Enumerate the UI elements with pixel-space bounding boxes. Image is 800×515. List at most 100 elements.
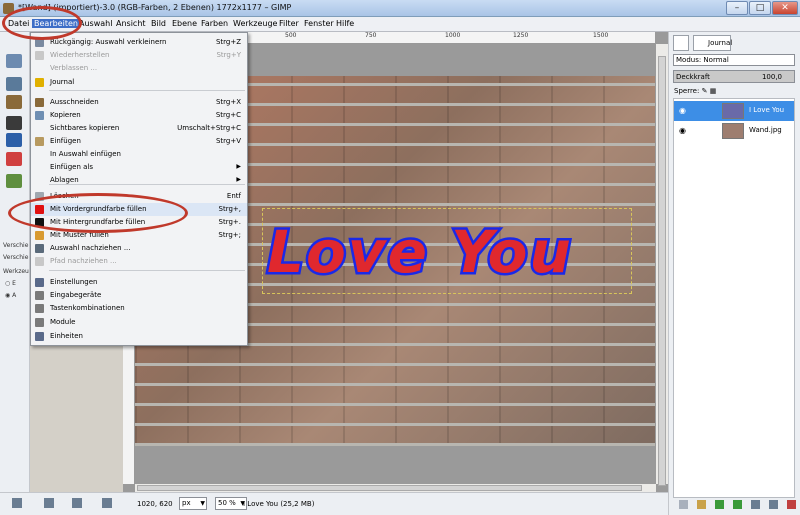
menu-item-label: Verblassen ...	[50, 64, 98, 72]
scrollbar-thumb[interactable]	[658, 56, 666, 486]
menu-hilfe[interactable]: Hilfe	[336, 19, 354, 28]
menu-item-tastenkombinationen[interactable]: Tastenkombinationen	[31, 302, 247, 315]
lower-layer-icon[interactable]	[733, 500, 742, 509]
menu-item-einheiten[interactable]: Einheiten	[31, 330, 247, 343]
edit-menu: Rückgängig: Auswahl verkleinern Strg+Z Wie…	[30, 32, 248, 346]
menu-separator	[49, 270, 245, 271]
menu-item-einfügen-als[interactable]: Einfügen als ▶	[31, 161, 247, 174]
vertical-scrollbar[interactable]	[656, 44, 668, 486]
rect-select-tool-icon[interactable]	[6, 54, 22, 68]
menu-item-label: Einfügen	[50, 137, 81, 145]
menu-ansicht[interactable]: Ansicht	[116, 19, 146, 28]
layer-thumbnail	[722, 103, 744, 119]
menu-item-in-auswahl-einfügen[interactable]: In Auswahl einfügen	[31, 148, 247, 161]
menu-item-eingabegeräte[interactable]: Eingabegeräte	[31, 289, 247, 302]
lock-label: Sperre:	[674, 87, 700, 95]
tool-options-title: Verschie	[3, 242, 29, 249]
scrollbar-thumb[interactable]	[137, 485, 642, 491]
eye-icon[interactable]: ◉	[679, 106, 686, 115]
menu-item-rückgängig-auswahl-verkleinern[interactable]: Rückgängig: Auswahl verkleinern Strg+Z	[31, 36, 247, 49]
new-layer-icon[interactable]	[679, 500, 688, 509]
menu-filter[interactable]: Filter	[279, 19, 299, 28]
menu-item-ablagen[interactable]: Ablagen ▶	[31, 174, 247, 187]
menu-item-label: Module	[50, 318, 76, 326]
menu-item-shortcut: Strg+.	[218, 218, 241, 226]
lock-row: Sperre: ✎ ▦	[674, 87, 716, 95]
menu-fenster[interactable]: Fenster	[304, 19, 334, 28]
menu-item-einfügen[interactable]: Einfügen Strg+V	[31, 135, 247, 148]
menu-farben[interactable]: Farben	[201, 19, 228, 28]
raise-layer-icon[interactable]	[715, 500, 724, 509]
new-group-icon[interactable]	[697, 500, 706, 509]
brush-tool-icon[interactable]	[6, 133, 22, 147]
delete-layer-icon[interactable]	[787, 500, 796, 509]
anchor-layer-icon[interactable]	[769, 500, 778, 509]
journal-icon	[35, 78, 44, 87]
ruler-tick: 750	[365, 32, 377, 39]
close-button[interactable]: ✕	[772, 1, 798, 15]
tab-journal[interactable]: Journal	[693, 35, 732, 51]
radio-option-e[interactable]: ○ E	[5, 280, 16, 287]
opacity-slider[interactable]: Deckkraft 100,0	[673, 70, 795, 83]
tool-options-label: Werkzeu	[3, 268, 29, 275]
status-info: I Love You (25,2 MB)	[243, 500, 315, 508]
layer-name: Wand.jpg	[749, 126, 782, 134]
menu-item-shortcut: Entf	[226, 192, 241, 200]
copy-icon	[35, 111, 44, 120]
clone-tool-icon[interactable]	[6, 174, 22, 188]
maximize-button[interactable]: □	[749, 1, 771, 15]
menu-item-shortcut: Strg+V	[215, 137, 241, 145]
menu-item-shortcut: Strg+;	[218, 231, 241, 239]
menu-item-sichtbares-kopieren[interactable]: Sichtbares kopieren Umschalt+Strg+C	[31, 122, 247, 135]
menubar: Datei Bearbeiten Auswahl Ansicht Bild Eb…	[0, 17, 800, 32]
toolbox-bottom-bar	[0, 492, 123, 515]
text-layer-content: Love You	[265, 216, 574, 289]
paths-tool-icon[interactable]	[6, 95, 22, 109]
menu-item-einstellungen[interactable]: Einstellungen	[31, 276, 247, 289]
unit-value: px	[182, 499, 191, 507]
menu-item-shortcut: Strg+Y	[216, 51, 241, 59]
minimize-button[interactable]: –	[726, 1, 748, 15]
menu-item-module[interactable]: Module	[31, 316, 247, 329]
menu-item-verblassen: Verblassen ...	[31, 62, 247, 75]
menu-item-label: Einstellungen	[50, 278, 98, 286]
menu-item-auswahl-nachziehen[interactable]: Auswahl nachziehen ...	[31, 242, 247, 255]
layers-tab-icon[interactable]	[673, 35, 689, 51]
layer-row[interactable]: ◉ I Love You	[674, 101, 794, 121]
eraser-tool-icon[interactable]	[6, 152, 22, 166]
menu-item-kopieren[interactable]: Kopieren Strg+C	[31, 109, 247, 122]
menu-werkzeuge[interactable]: Werkzeuge	[233, 19, 277, 28]
zoom-value: 50 %	[218, 499, 236, 507]
menu-ebene[interactable]: Ebene	[172, 19, 197, 28]
text-layer-love-you[interactable]: Love You	[262, 208, 632, 294]
layers-dock: Journal Modus: Normal Deckkraft 100,0 Sp…	[668, 32, 800, 515]
alpha-lock-icon[interactable]: ▦	[710, 87, 717, 95]
reset-options-icon[interactable]	[102, 498, 112, 508]
menu-item-label: Pfad nachziehen ...	[50, 257, 117, 265]
save-options-icon[interactable]	[12, 498, 22, 508]
menu-item-journal[interactable]: Journal	[31, 76, 247, 89]
menu-item-shortcut: Strg+X	[215, 98, 241, 106]
layers-list: ◉ I Love You ◉ Wand.jpg	[673, 98, 795, 498]
delete-options-icon[interactable]	[72, 498, 82, 508]
menu-separator	[49, 90, 245, 91]
duplicate-layer-icon[interactable]	[751, 500, 760, 509]
radio-option-a[interactable]: ◉ A	[5, 292, 16, 299]
input-devices-icon	[35, 291, 44, 300]
brush-lock-icon[interactable]: ✎	[702, 87, 708, 95]
menu-item-ausschneiden[interactable]: Ausschneiden Strg+X	[31, 96, 247, 109]
toolbox: Verschie Verschie Werkzeu ○ E ◉ A	[0, 32, 30, 492]
menu-auswahl[interactable]: Auswahl	[79, 19, 112, 28]
layer-row[interactable]: ◉ Wand.jpg	[674, 121, 794, 141]
mode-select[interactable]: Modus: Normal	[673, 54, 795, 66]
menu-bild[interactable]: Bild	[151, 19, 166, 28]
eye-icon[interactable]: ◉	[679, 126, 686, 135]
restore-options-icon[interactable]	[44, 498, 54, 508]
menu-item-label: Auswahl nachziehen ...	[50, 244, 131, 252]
horizontal-scrollbar[interactable]	[135, 484, 656, 492]
opacity-value: 100,0	[761, 73, 782, 81]
text-tool-icon[interactable]	[6, 116, 22, 130]
unit-select[interactable]: px ▼	[179, 497, 207, 510]
ruler-tick: 500	[285, 32, 297, 39]
free-select-tool-icon[interactable]	[6, 77, 22, 91]
